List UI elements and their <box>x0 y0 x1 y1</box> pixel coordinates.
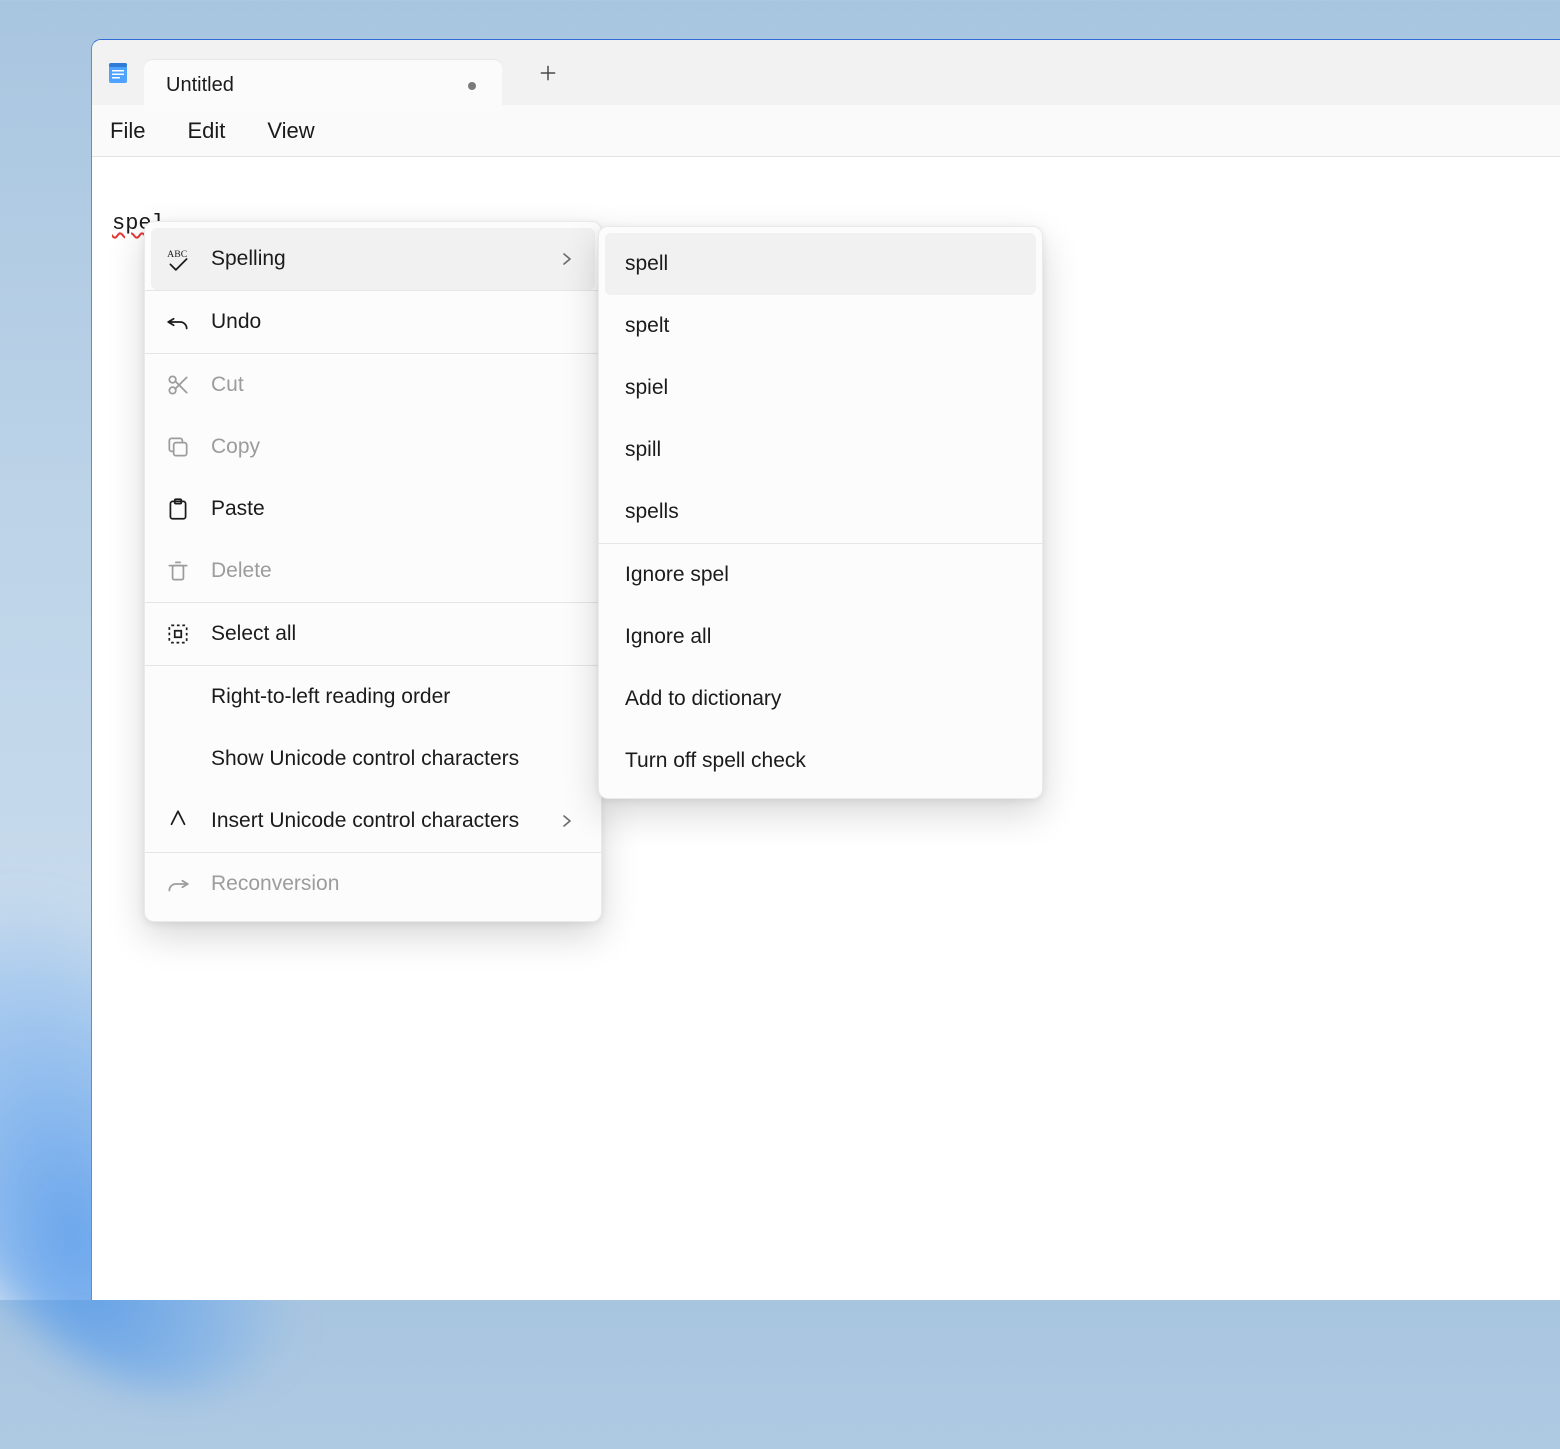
ctx-spelling[interactable]: ABC Spelling <box>151 228 595 290</box>
ctx-label: Right-to-left reading order <box>211 685 575 709</box>
titlebar: Untitled <box>92 40 1560 105</box>
ctx-label: spells <box>625 500 1016 524</box>
ctx-label: Select all <box>211 622 575 646</box>
redo-icon <box>165 871 191 897</box>
ctx-label: spelt <box>625 314 1016 338</box>
ctx-label: Ignore spel <box>625 563 1016 587</box>
svg-text:ABC: ABC <box>167 249 187 260</box>
ctx-reconversion[interactable]: Reconversion <box>151 853 595 915</box>
scissors-icon <box>165 372 191 398</box>
spelling-submenu: spell spelt spiel spill spells Ignore sp… <box>598 226 1043 799</box>
spelling-suggestion-1[interactable]: spell <box>605 233 1036 295</box>
spelling-turn-off[interactable]: Turn off spell check <box>605 730 1036 792</box>
ctx-label: Insert Unicode control characters <box>211 809 539 833</box>
ctx-label: Spelling <box>211 247 539 271</box>
menu-file[interactable]: File <box>110 118 145 144</box>
ctx-paste[interactable]: Paste <box>151 478 595 540</box>
copy-icon <box>165 434 191 460</box>
menu-edit[interactable]: Edit <box>187 118 225 144</box>
spelling-suggestion-4[interactable]: spill <box>605 419 1036 481</box>
editor-context-menu: ABC Spelling Undo Cut Copy Paste <box>144 221 602 922</box>
insert-unicode-icon <box>165 808 191 834</box>
menu-view[interactable]: View <box>267 118 314 144</box>
ctx-cut[interactable]: Cut <box>151 354 595 416</box>
ctx-show-unicode-ctrl[interactable]: Show Unicode control characters <box>151 728 595 790</box>
document-tab[interactable]: Untitled <box>144 60 502 112</box>
ctx-label: Reconversion <box>211 872 575 896</box>
menubar: File Edit View <box>92 105 1560 157</box>
ctx-label: Add to dictionary <box>625 687 1016 711</box>
trash-icon <box>165 558 191 584</box>
ctx-label: Paste <box>211 497 575 521</box>
ctx-undo[interactable]: Undo <box>151 291 595 353</box>
spelling-ignore-all[interactable]: Ignore all <box>605 606 1036 668</box>
ctx-label: Turn off spell check <box>625 749 1016 773</box>
tab-title: Untitled <box>166 74 454 97</box>
ctx-label: Delete <box>211 559 575 583</box>
ctx-label: Show Unicode control characters <box>211 747 575 771</box>
spelling-suggestion-3[interactable]: spiel <box>605 357 1036 419</box>
ctx-label: spell <box>625 252 1016 276</box>
ctx-delete[interactable]: Delete <box>151 540 595 602</box>
ctx-label: Copy <box>211 435 575 459</box>
spelling-add-to-dictionary[interactable]: Add to dictionary <box>605 668 1036 730</box>
ctx-select-all[interactable]: Select all <box>151 603 595 665</box>
spelling-suggestion-5[interactable]: spells <box>605 481 1036 543</box>
ctx-insert-unicode-ctrl[interactable]: Insert Unicode control characters <box>151 790 595 852</box>
ctx-rtl-reading-order[interactable]: Right-to-left reading order <box>151 666 595 728</box>
spellcheck-icon: ABC <box>165 246 191 272</box>
ctx-label: Ignore all <box>625 625 1016 649</box>
ctx-label: Cut <box>211 373 575 397</box>
undo-icon <box>165 309 191 335</box>
spelling-suggestion-2[interactable]: spelt <box>605 295 1036 357</box>
new-tab-button[interactable] <box>526 51 570 95</box>
ctx-label: spill <box>625 438 1016 462</box>
chevron-right-icon <box>559 251 575 267</box>
chevron-right-icon <box>559 813 575 829</box>
ctx-copy[interactable]: Copy <box>151 416 595 478</box>
ctx-label: spiel <box>625 376 1016 400</box>
ctx-label: Undo <box>211 310 575 334</box>
spelling-ignore-once[interactable]: Ignore spel <box>605 544 1036 606</box>
paste-icon <box>165 496 191 522</box>
select-all-icon <box>165 621 191 647</box>
notepad-app-icon <box>106 61 130 85</box>
tab-unsaved-indicator-icon <box>468 82 476 90</box>
